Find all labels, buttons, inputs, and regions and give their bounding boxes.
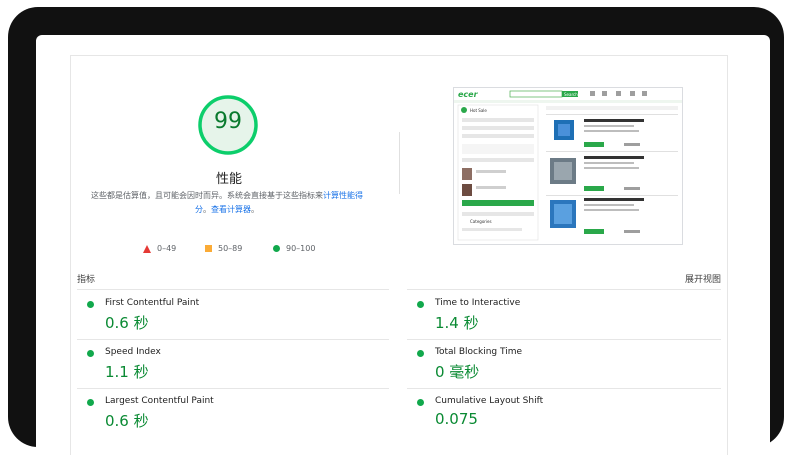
pass-status-icon bbox=[87, 399, 94, 406]
divider bbox=[77, 388, 389, 389]
legend-pass: 90–100 bbox=[273, 244, 315, 253]
green-circle-icon bbox=[273, 245, 280, 252]
divider bbox=[77, 289, 389, 290]
metrics-header: 指标 展开视图 bbox=[77, 272, 721, 285]
metric-value: 0.6 秒 bbox=[105, 314, 149, 332]
metric-value: 1.1 秒 bbox=[105, 363, 149, 381]
vertical-divider bbox=[399, 132, 400, 194]
metric-name: Total Blocking Time bbox=[435, 347, 523, 357]
divider bbox=[407, 388, 721, 389]
pass-status-icon bbox=[417, 301, 424, 308]
red-triangle-icon bbox=[143, 244, 151, 253]
metric-name: First Contentful Paint bbox=[105, 298, 200, 308]
screen: 99 性能 这些都是估算值，且可能会因时而异。系统会直接基于这些指标来计算性能得… bbox=[36, 35, 770, 455]
expand-view-toggle[interactable]: 展开视图 bbox=[685, 272, 721, 285]
thumbnail-logo: ecer bbox=[458, 90, 479, 99]
metric-name: Largest Contentful Paint bbox=[105, 396, 214, 406]
performance-score-value: 99 bbox=[214, 109, 242, 134]
description-end: 。 bbox=[251, 205, 259, 214]
pass-status-icon bbox=[417, 350, 424, 357]
divider bbox=[407, 339, 721, 340]
metric-value: 0.6 秒 bbox=[105, 412, 149, 430]
description-separator: 。 bbox=[203, 205, 211, 214]
thumbnail-sidebar-title: Hot Sale bbox=[470, 108, 487, 113]
score-description: 这些都是估算值，且可能会因时而异。系统会直接基于这些指标来计算性能得分。查看计算… bbox=[87, 189, 367, 217]
metric-name: Time to Interactive bbox=[435, 298, 521, 308]
page-screenshot-thumbnail[interactable]: ecer Search Hot Sale Categories bbox=[453, 87, 683, 245]
metric-value: 0.075 bbox=[435, 410, 478, 428]
lighthouse-report-card: 99 性能 这些都是估算值，且可能会因时而异。系统会直接基于这些指标来计算性能得… bbox=[70, 55, 728, 455]
legend-average: 50–89 bbox=[205, 244, 242, 253]
thumbnail-search-button: Search bbox=[564, 92, 578, 97]
pass-status-icon bbox=[87, 350, 94, 357]
divider bbox=[407, 289, 721, 290]
legend-pass-label: 90–100 bbox=[286, 244, 316, 253]
metric-value: 0 毫秒 bbox=[435, 363, 480, 381]
legend-average-label: 50–89 bbox=[218, 244, 243, 253]
view-calculator-link[interactable]: 查看计算器 bbox=[211, 205, 251, 214]
legend-fail: 0–49 bbox=[143, 244, 176, 253]
pass-status-icon bbox=[417, 399, 424, 406]
description-text: 这些都是估算值，且可能会因时而异。系统会直接基于这些指标来 bbox=[91, 191, 323, 200]
divider bbox=[77, 339, 389, 340]
metric-name: Cumulative Layout Shift bbox=[435, 396, 544, 406]
pass-status-icon bbox=[87, 301, 94, 308]
thumbnail-category-title: Categories bbox=[470, 219, 492, 224]
metric-value: 1.4 秒 bbox=[435, 314, 479, 332]
orange-square-icon bbox=[205, 245, 212, 252]
thumbnail-page-render: ecer Search Hot Sale Categories bbox=[454, 88, 682, 241]
tablet-frame: 99 性能 这些都是估算值，且可能会因时而异。系统会直接基于这些指标来计算性能得… bbox=[8, 7, 784, 455]
metrics-title: 指标 bbox=[77, 275, 96, 285]
legend-fail-label: 0–49 bbox=[157, 244, 177, 253]
performance-title: 性能 bbox=[215, 172, 242, 187]
metric-name: Speed Index bbox=[105, 347, 161, 357]
